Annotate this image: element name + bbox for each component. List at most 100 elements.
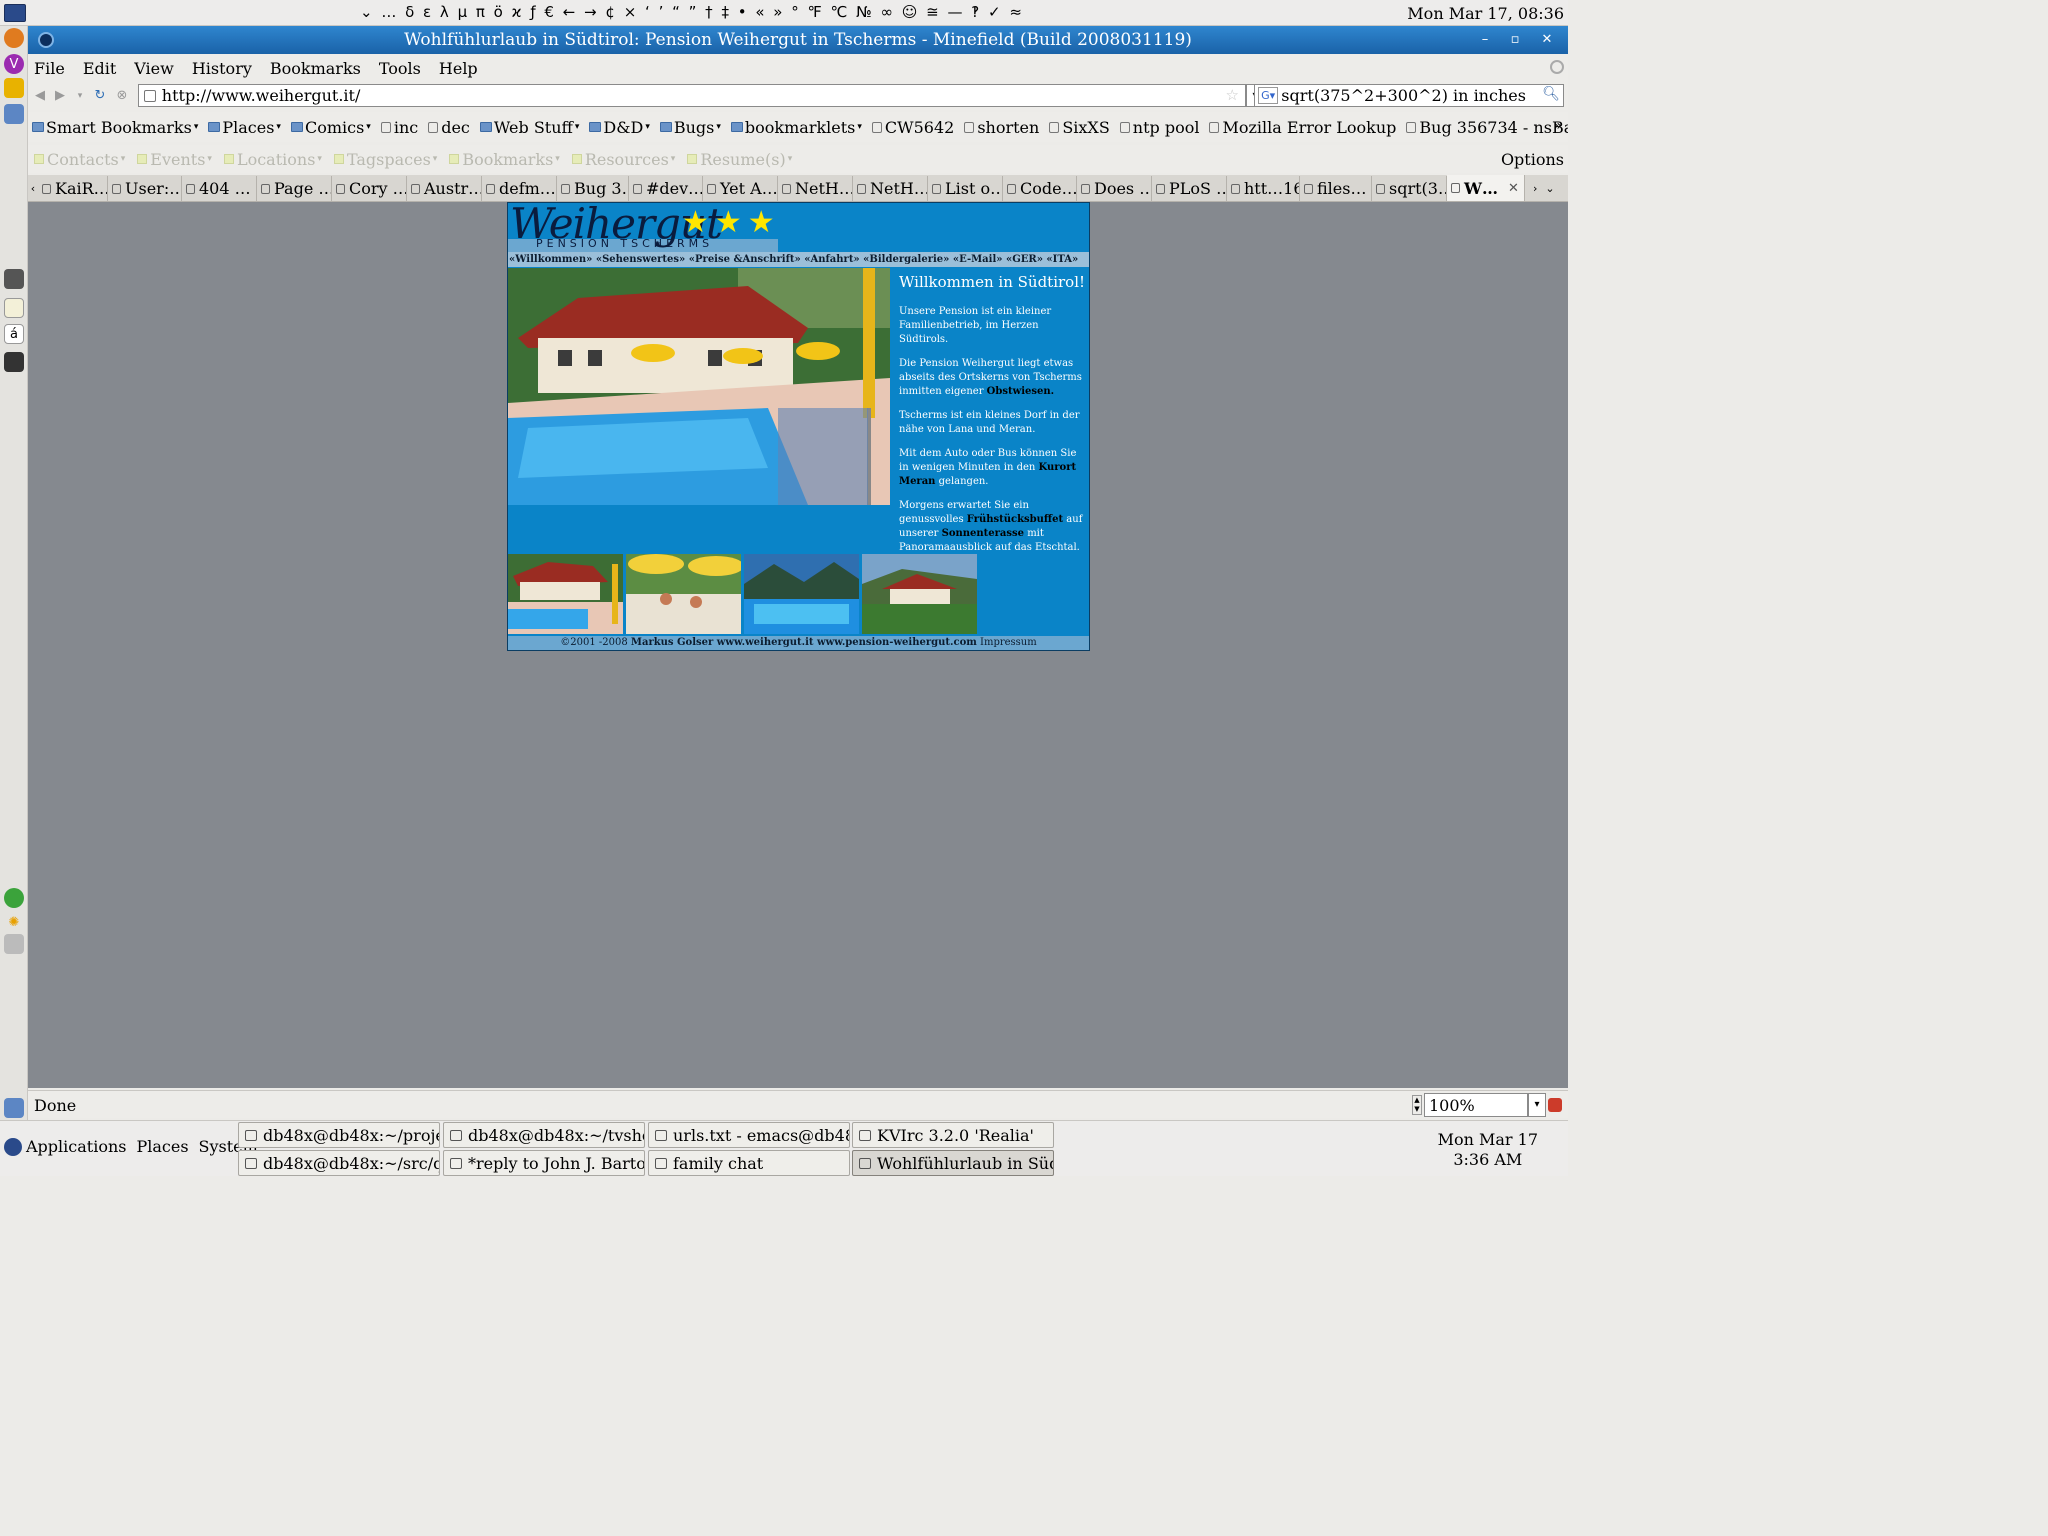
special-characters-applet[interactable]: ⌄ … δ ε λ μ π ö ϰ ƒ € ← → ¢ × ‘ ’ “ ” † … bbox=[360, 3, 1024, 21]
google-engine-icon[interactable]: G▾ bbox=[1258, 87, 1279, 104]
tab[interactable]: PLoS … bbox=[1152, 176, 1227, 201]
tab[interactable]: files… bbox=[1300, 176, 1372, 201]
taskbar-button[interactable]: *reply to John J. Barton… bbox=[443, 1150, 645, 1176]
bookmark-item[interactable]: Bug 356734 - nsBaseHa... bbox=[1406, 118, 1568, 137]
terminal-icon[interactable] bbox=[4, 3, 26, 22]
taskbar-button[interactable]: KVIrc 3.2.0 'Realia' bbox=[852, 1122, 1054, 1148]
footer-links[interactable]: Markus Golser www.weihergut.it www.pensi… bbox=[631, 637, 977, 648]
firefox-icon[interactable] bbox=[4, 28, 24, 48]
calculator-icon[interactable] bbox=[4, 269, 24, 289]
bottom-clock[interactable]: Mon Mar 17 3:36 AM bbox=[1438, 1130, 1538, 1170]
bookmark-item[interactable]: D&D ▾ bbox=[589, 118, 655, 137]
tab[interactable]: Does … bbox=[1077, 176, 1152, 201]
printer-icon[interactable] bbox=[4, 934, 24, 954]
tab[interactable]: Austr… bbox=[407, 176, 482, 201]
tab[interactable]: #dev… bbox=[629, 176, 703, 201]
toolbar2-item[interactable]: Events ▾ bbox=[137, 150, 218, 169]
zoom-dropdown-icon[interactable]: ▾ bbox=[1528, 1093, 1546, 1117]
bookmark-item[interactable]: bookmarklets ▾ bbox=[730, 118, 868, 137]
menu-edit[interactable]: Edit bbox=[77, 59, 122, 78]
toolbar2-item[interactable]: Resources ▾ bbox=[571, 150, 681, 169]
tab[interactable]: htt…16 bbox=[1227, 176, 1300, 201]
places-menu[interactable]: Places bbox=[136, 1137, 188, 1156]
bookmark-item[interactable]: shorten bbox=[964, 118, 1045, 137]
toolbar2-item[interactable]: Tagspaces ▾ bbox=[333, 150, 443, 169]
menu-file[interactable]: File bbox=[28, 59, 71, 78]
gallery-thumb[interactable] bbox=[508, 554, 623, 634]
tab[interactable]: Bug 3… bbox=[557, 176, 629, 201]
tab[interactable]: NetH… bbox=[853, 176, 928, 201]
zoom-level-field[interactable]: 100% bbox=[1424, 1093, 1528, 1117]
character-map-icon[interactable]: á bbox=[4, 324, 24, 344]
vkirc-icon[interactable]: V bbox=[4, 54, 24, 74]
toolbar2-item[interactable]: Resume(s) ▾ bbox=[687, 150, 798, 169]
url-bar[interactable]: ☆ bbox=[138, 84, 1246, 107]
bookmark-item[interactable]: dec bbox=[428, 118, 476, 137]
bookmark-item[interactable]: Mozilla Error Lookup bbox=[1209, 118, 1402, 137]
zoom-spinner-icon[interactable]: ▲ ▼ bbox=[1412, 1095, 1422, 1115]
tab-scroll-left-icon[interactable]: ‹ bbox=[28, 177, 38, 201]
window-titlebar[interactable]: Wohlfühlurlaub in Südtirol: Pension Weih… bbox=[28, 26, 1568, 54]
history-dropdown-icon[interactable]: ▾ bbox=[72, 88, 88, 104]
url-input[interactable] bbox=[161, 86, 1245, 105]
bookmarks-overflow-icon[interactable]: » bbox=[1553, 118, 1562, 134]
obstwiesen-link[interactable]: Obstwiesen. bbox=[987, 386, 1054, 397]
tab[interactable]: Page … bbox=[257, 176, 332, 201]
site-navigation[interactable]: «Willkommen» «Sehenswertes» «Preise &Ans… bbox=[508, 252, 1089, 267]
network-status-icon[interactable] bbox=[4, 888, 24, 908]
reload-icon[interactable]: ↻ bbox=[92, 88, 108, 104]
bookmark-item[interactable]: Places ▾ bbox=[208, 118, 287, 137]
tab[interactable]: sqrt(3… bbox=[1372, 176, 1447, 201]
back-icon[interactable]: ◀ bbox=[32, 88, 48, 104]
toolbar2-item[interactable]: Contacts ▾ bbox=[34, 150, 131, 169]
menu-bookmarks[interactable]: Bookmarks bbox=[264, 59, 367, 78]
tab[interactable]: User:… bbox=[108, 176, 182, 201]
applications-menu[interactable]: Applications bbox=[26, 1137, 126, 1156]
tab[interactable]: NetH… bbox=[778, 176, 853, 201]
bookmark-star-icon[interactable]: ☆ bbox=[1226, 86, 1239, 104]
menu-help[interactable]: Help bbox=[433, 59, 484, 78]
camera-icon[interactable] bbox=[4, 352, 24, 372]
tab[interactable]: Yet A… bbox=[703, 176, 778, 201]
tab-scroll-right-icon[interactable]: › bbox=[1533, 177, 1537, 201]
taskbar-button[interactable]: db48x@db48x:~/src/q… bbox=[238, 1150, 440, 1176]
menu-history[interactable]: History bbox=[186, 59, 258, 78]
top-clock[interactable]: Mon Mar 17, 08:36 bbox=[1407, 4, 1564, 23]
tab[interactable]: Cory … bbox=[332, 176, 407, 201]
menu-tools[interactable]: Tools bbox=[373, 59, 427, 78]
taskbar-button[interactable]: family chat bbox=[648, 1150, 850, 1176]
extension-status-icon[interactable] bbox=[1548, 1098, 1562, 1112]
menu-view[interactable]: View bbox=[128, 59, 180, 78]
forward-icon[interactable]: ▶ bbox=[52, 88, 68, 104]
taskbar-button[interactable]: db48x@db48x:~/projec… bbox=[238, 1122, 440, 1148]
tab-active[interactable]: W… ✕ bbox=[1447, 175, 1525, 201]
stop-icon[interactable]: ⊗ bbox=[114, 88, 130, 104]
bookmark-item[interactable]: CW5642 bbox=[871, 118, 960, 137]
tab[interactable]: defm… bbox=[482, 176, 557, 201]
taskbar-button[interactable]: urls.txt - emacs@db48x… bbox=[648, 1122, 850, 1148]
search-input[interactable] bbox=[1281, 86, 1563, 105]
tab[interactable]: Code… bbox=[1003, 176, 1077, 201]
toolbar2-item[interactable]: Locations ▾ bbox=[223, 150, 328, 169]
notes-icon[interactable] bbox=[4, 298, 24, 318]
toolbar2-item[interactable]: Bookmarks ▾ bbox=[449, 150, 566, 169]
gallery-thumb[interactable] bbox=[626, 554, 741, 634]
gallery-thumb[interactable] bbox=[862, 554, 977, 634]
bookmark-item[interactable]: Comics ▾ bbox=[290, 118, 377, 137]
fruehstuecksbuffet-link[interactable]: Frühstücksbuffet bbox=[967, 514, 1063, 525]
monitor-icon[interactable] bbox=[4, 104, 24, 124]
maximize-button[interactable]: ▫ bbox=[1504, 29, 1526, 51]
close-tab-icon[interactable]: ✕ bbox=[1508, 181, 1519, 196]
minimize-button[interactable]: – bbox=[1474, 29, 1496, 51]
gallery-thumb[interactable] bbox=[744, 554, 859, 634]
brightness-icon[interactable]: ✺ bbox=[4, 912, 24, 932]
bookmark-item[interactable]: Smart Bookmarks ▾ bbox=[32, 118, 204, 137]
sonnenterasse-link[interactable]: Sonnenterasse bbox=[942, 528, 1024, 539]
tab[interactable]: KaiR… bbox=[38, 176, 108, 201]
show-desktop-icon[interactable] bbox=[4, 1098, 24, 1118]
taskbar-button[interactable]: Wohlfühlurlaub in Süd… bbox=[852, 1150, 1054, 1176]
user-icon[interactable] bbox=[4, 78, 24, 98]
search-bar[interactable]: G▾ 🔍︎ bbox=[1254, 84, 1564, 107]
impressum-link[interactable]: Impressum bbox=[977, 637, 1037, 648]
bookmark-item[interactable]: SixXS bbox=[1049, 118, 1115, 137]
